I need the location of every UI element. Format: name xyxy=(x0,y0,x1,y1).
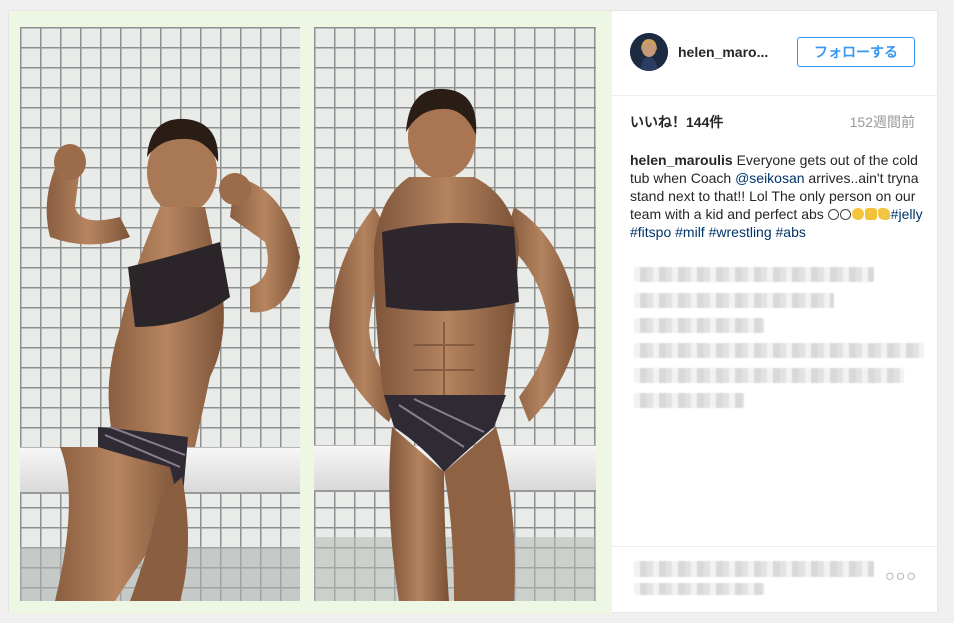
eyes-emoji-icon xyxy=(827,206,852,222)
avatar-image xyxy=(630,33,668,71)
blurred-comment xyxy=(634,343,924,358)
blurred-comment xyxy=(634,267,874,282)
athlete-flexing-figure xyxy=(20,118,300,601)
post-image[interactable] xyxy=(9,11,612,614)
flexed-biceps-emoji-icon xyxy=(864,208,877,220)
clapping-hands-emoji-icon xyxy=(877,208,890,220)
athlete-standing-figure xyxy=(314,88,596,601)
hashtag-link[interactable]: #abs xyxy=(776,224,806,240)
more-options-icon[interactable]: ○○○ xyxy=(885,568,917,586)
post-card: helen_maro... フォローする いいね！144件 152週間前 hel… xyxy=(8,10,938,614)
username[interactable]: helen_maro... xyxy=(678,44,768,60)
blurred-comment xyxy=(634,393,744,408)
blurred-comment xyxy=(634,368,904,383)
hashtag-link[interactable]: #fitspo xyxy=(630,224,671,240)
post-header: helen_maro... フォローする xyxy=(612,11,937,96)
photo-left xyxy=(20,27,300,601)
photo-right xyxy=(314,27,596,601)
post-caption: helen_maroulis Everyone gets out of the … xyxy=(630,151,925,241)
hashtag-link[interactable]: #jelly xyxy=(891,206,923,222)
blurred-comment xyxy=(634,293,834,308)
post-timestamp[interactable]: 152週間前 xyxy=(850,112,915,132)
like-count[interactable]: いいね！144件 xyxy=(630,112,723,132)
hashtag-link[interactable]: #milf xyxy=(675,224,705,240)
caption-username[interactable]: helen_maroulis xyxy=(630,152,733,168)
blurred-comment xyxy=(634,318,764,333)
follow-button[interactable]: フォローする xyxy=(797,37,915,67)
avatar[interactable] xyxy=(630,33,668,71)
fearful-face-emoji-icon xyxy=(851,208,864,220)
post-sidebar: helen_maro... フォローする いいね！144件 152週間前 hel… xyxy=(612,11,937,612)
hashtag-link[interactable]: #wrestling xyxy=(709,224,772,240)
blurred-comment-input xyxy=(634,583,764,595)
blurred-comment-input[interactable] xyxy=(634,561,874,577)
mention-link[interactable]: @seikosan xyxy=(735,170,804,186)
divider xyxy=(612,546,937,547)
